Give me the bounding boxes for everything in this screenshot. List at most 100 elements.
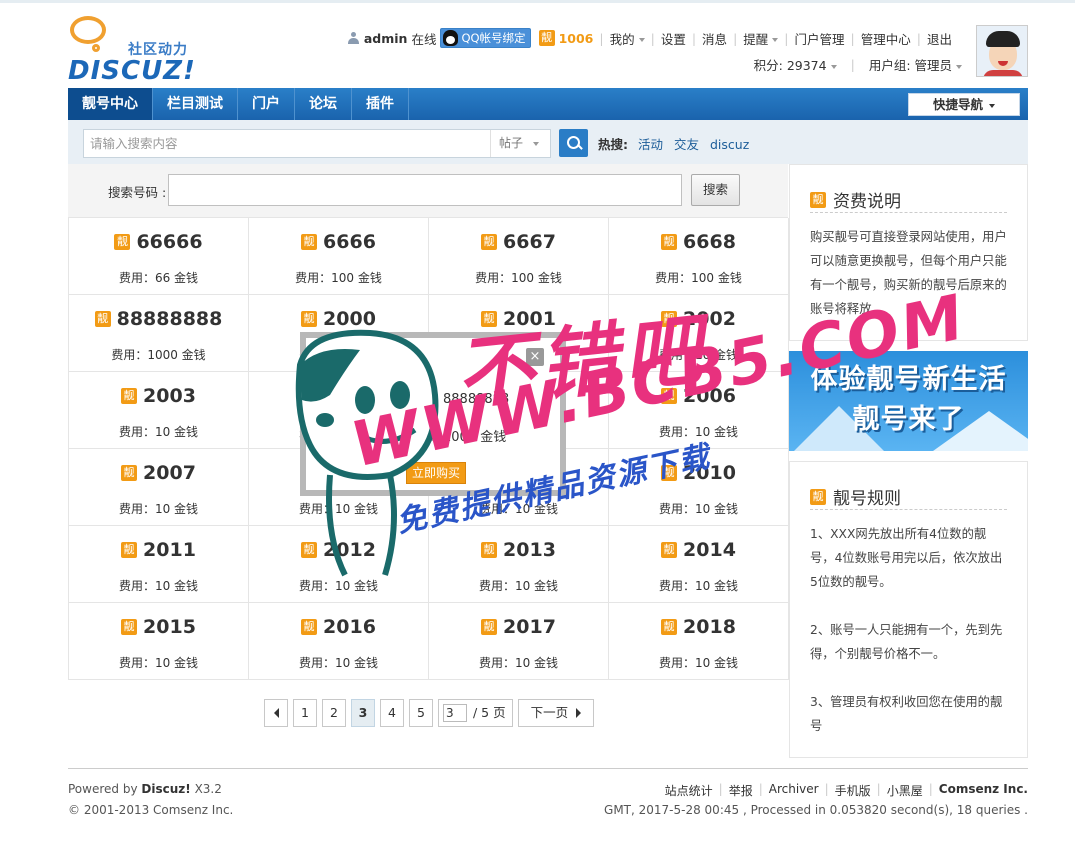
number-value: 2006 <box>683 385 736 407</box>
nav-item-column-test[interactable]: 栏目测试 <box>153 88 238 120</box>
avatar[interactable] <box>976 25 1028 77</box>
footer-link-mobile[interactable]: 手机版 <box>835 782 871 799</box>
close-icon[interactable]: × <box>526 348 544 366</box>
number-cell[interactable]: 靓 2012 费用：10 金钱 <box>249 526 429 603</box>
search-type-select[interactable]: 帖子 <box>490 130 550 157</box>
number-cell[interactable]: 靓 2013 费用：10 金钱 <box>429 526 609 603</box>
banner-line-1: 体验靓号新生活 <box>810 364 1007 395</box>
user-liang-number[interactable]: 1006 <box>559 31 594 46</box>
liang-badge-icon: 靓 <box>661 234 678 250</box>
number-value: 2013 <box>503 539 556 561</box>
number-cell[interactable]: 靓 6668 费用：100 金钱 <box>609 218 789 295</box>
nav-item-plugins[interactable]: 插件 <box>352 88 409 120</box>
number-cell[interactable]: 靓 6666 费用：100 金钱 <box>249 218 429 295</box>
number-cell[interactable]: 靓 2010 费用：10 金钱 <box>609 449 789 526</box>
buy-now-button[interactable]: 立即购买 <box>406 462 466 484</box>
liang-badge-icon: 靓 <box>481 619 498 635</box>
next-page-button[interactable]: 下一页 <box>517 698 595 727</box>
number-cell[interactable]: 靓 2006 费用：10 金钱 <box>609 372 789 449</box>
discuz-link[interactable]: Discuz! <box>141 782 190 796</box>
nav-item-forum[interactable]: 论坛 <box>295 88 352 120</box>
footer-link-stats[interactable]: 站点统计 <box>665 782 713 799</box>
number-cell[interactable]: 靓 2007 费用：10 金钱 <box>69 449 249 526</box>
number-cell[interactable]: 靓 2017 费用：10 金钱 <box>429 603 609 680</box>
quick-nav-button[interactable]: 快捷导航 <box>908 93 1020 116</box>
logo-bubble-icon <box>70 16 106 44</box>
menu-settings[interactable]: 设置 <box>661 29 686 48</box>
footer-link-blackroom[interactable]: 小黑屋 <box>887 782 923 799</box>
number-cell[interactable]: 靓 2015 费用：10 金钱 <box>69 603 249 680</box>
number-cell[interactable]: 靓 2011 费用：10 金钱 <box>69 526 249 603</box>
number-fee: 费用：10 金钱 <box>118 656 199 670</box>
liang-badge-icon: 靓 <box>481 311 498 327</box>
page-jump-input[interactable]: 3 <box>443 703 467 722</box>
menu-logout[interactable]: 退出 <box>927 29 952 48</box>
number-value: 88888888 <box>116 308 223 330</box>
liang-badge-icon: 靓 <box>810 191 826 208</box>
number-value: 6667 <box>503 231 556 253</box>
page-link[interactable]: 2 <box>322 698 346 727</box>
number-value: 6666 <box>323 231 376 253</box>
logo-word: DISCUZ! <box>68 56 196 86</box>
page-link[interactable]: 4 <box>380 698 404 727</box>
hot-word-link[interactable]: 交友 <box>674 137 699 152</box>
user-group-link[interactable]: 用户组: 管理员 <box>869 55 962 74</box>
liang-badge-icon: 靓 <box>301 542 318 558</box>
liang-badge-icon: 靓 <box>661 311 678 327</box>
top-border <box>0 0 1075 3</box>
number-search-button[interactable]: 搜索 <box>691 174 740 206</box>
menu-portal-admin[interactable]: 门户管理 <box>795 29 845 48</box>
discuz-logo[interactable]: 社区动力 DISCUZ! <box>68 14 203 86</box>
number-cell[interactable]: 靓 2002 费用：10 金钱 <box>609 295 789 372</box>
number-cell[interactable]: 靓 66666 费用：66 金钱 <box>69 218 249 295</box>
menu-reminders[interactable]: 提醒 <box>743 29 779 48</box>
number-value: 2017 <box>503 616 556 638</box>
nav-item-portal[interactable]: 门户 <box>238 88 295 120</box>
username-link[interactable]: admin <box>364 31 408 46</box>
menu-admin-center[interactable]: 管理中心 <box>861 29 911 48</box>
user-icon <box>347 32 359 44</box>
number-cell[interactable]: 靓 88888888 费用：1000 金钱 <box>69 295 249 372</box>
menu-my[interactable]: 我的 <box>610 29 645 48</box>
dialog-fee: 所需的费用为：1000 金钱 <box>352 430 507 445</box>
qq-bind-button[interactable]: QQ帐号绑定 <box>440 28 531 48</box>
prev-page-button[interactable] <box>264 698 288 727</box>
hot-word-link[interactable]: 活动 <box>638 137 663 152</box>
promo-banner[interactable]: 体验靓号新生活 靓号来了 <box>789 351 1028 451</box>
liang-badge-icon: 靓 <box>810 488 826 505</box>
number-fee: 费用：10 金钱 <box>298 502 379 516</box>
chevron-down-icon <box>533 141 540 146</box>
nav-item-liang-center[interactable]: 靓号中心 <box>68 88 153 120</box>
number-fee: 费用：10 金钱 <box>658 425 739 439</box>
page-link[interactable]: 5 <box>409 698 433 727</box>
number-cell[interactable]: 靓 2016 费用：10 金钱 <box>249 603 429 680</box>
header: 社区动力 DISCUZ! admin 在线 QQ帐号绑定 靓 1006 | 我的… <box>68 10 1028 88</box>
number-cell[interactable]: 靓 2018 费用：10 金钱 <box>609 603 789 680</box>
number-cell[interactable]: 靓 2003 费用：10 金钱 <box>69 372 249 449</box>
number-fee: 费用：10 金钱 <box>478 656 559 670</box>
chevron-down-icon <box>772 38 779 42</box>
number-fee: 费用：10 金钱 <box>118 502 199 516</box>
number-fee: 费用：100 金钱 <box>475 271 562 285</box>
footer-link-archiver[interactable]: Archiver <box>769 782 819 799</box>
number-cell[interactable]: 靓 6667 费用：100 金钱 <box>429 218 609 295</box>
logo-bubble-small-icon <box>92 44 100 52</box>
page-link[interactable]: 1 <box>293 698 317 727</box>
liang-badge-icon: 靓 <box>114 234 131 250</box>
page-total: / 5 页 <box>473 704 506 720</box>
points-link[interactable]: 积分: 29374 <box>754 55 837 74</box>
menu-messages[interactable]: 消息 <box>702 29 727 48</box>
number-search-input[interactable] <box>168 174 682 206</box>
number-cell[interactable]: 靓 2014 费用：10 金钱 <box>609 526 789 603</box>
search-button[interactable] <box>559 129 588 157</box>
number-value: 2002 <box>683 308 736 330</box>
number-value: 6668 <box>683 231 736 253</box>
chevron-down-icon <box>830 64 837 69</box>
liang-badge-icon: 靓 <box>481 234 498 250</box>
number-value: 2018 <box>683 616 736 638</box>
footer-link-report[interactable]: 举报 <box>729 782 753 799</box>
search-input[interactable]: 请输入搜索内容 <box>83 129 551 158</box>
hot-word-link[interactable]: discuz <box>710 137 749 152</box>
footer-company[interactable]: Comsenz Inc. <box>939 782 1028 799</box>
number-fee: 费用：10 金钱 <box>298 579 379 593</box>
